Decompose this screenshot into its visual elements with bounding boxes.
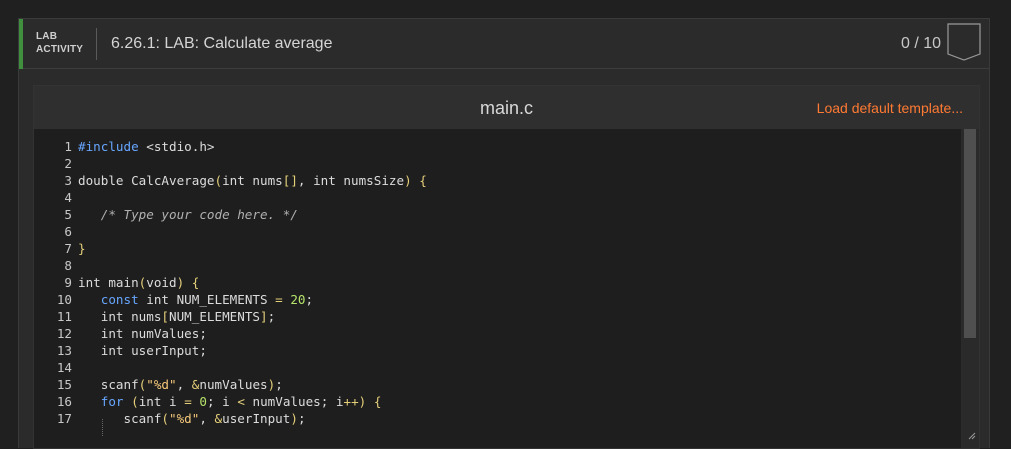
code-editor-panel: main.c Load default template... 1 2 3 4 … xyxy=(33,85,980,449)
line-number: 17 xyxy=(56,411,72,426)
code-line: double CalcAverage(int nums[], int numsS… xyxy=(78,173,427,188)
bookmark-badge-icon xyxy=(947,23,981,66)
line-number: 9 xyxy=(64,275,72,290)
activity-type-line1: LAB xyxy=(36,31,58,42)
code-line: scanf("%d", &userInput); xyxy=(78,411,306,426)
line-number: 7 xyxy=(64,241,72,256)
line-number: 3 xyxy=(64,173,72,188)
line-number: 6 xyxy=(64,224,72,239)
line-number-gutter: 1 2 3 4 5 6 7 8 9 10 11 12 13 14 15 16 1… xyxy=(34,138,72,427)
indent-guide xyxy=(102,419,104,436)
line-number: 2 xyxy=(64,156,72,171)
load-default-template-link[interactable]: Load default template... xyxy=(817,100,963,116)
line-number: 5 xyxy=(64,207,72,222)
activity-header: LAB ACTIVITY 6.26.1: LAB: Calculate aver… xyxy=(19,19,989,69)
code-line: scanf("%d", &numValues); xyxy=(78,377,283,392)
activity-title: 6.26.1: LAB: Calculate average xyxy=(111,35,333,52)
code-line: #include <stdio.h> xyxy=(78,139,215,154)
code-line: int main(void) { xyxy=(78,275,200,290)
code-line: int userInput; xyxy=(78,343,207,358)
activity-type-line2: ACTIVITY xyxy=(36,44,84,55)
line-number: 8 xyxy=(64,258,72,273)
code-line: /* Type your code here. */ xyxy=(100,207,298,222)
line-number: 11 xyxy=(56,309,72,324)
activity-accent-bar xyxy=(19,19,23,69)
line-number: 14 xyxy=(56,360,72,375)
code-line: int nums[NUM_ELEMENTS]; xyxy=(78,309,276,324)
code-content[interactable]: #include <stdio.h> double CalcAverage(in… xyxy=(78,138,427,427)
code-editor[interactable]: 1 2 3 4 5 6 7 8 9 10 11 12 13 14 15 16 1… xyxy=(34,129,961,448)
header-divider xyxy=(96,28,97,60)
line-number: 10 xyxy=(56,292,72,307)
line-number: 16 xyxy=(56,394,72,409)
code-line: for (int i = 0; i < numValues; i++) { xyxy=(100,394,382,409)
line-number: 4 xyxy=(64,190,72,205)
scrollbar-thumb[interactable] xyxy=(964,129,976,338)
file-bar: main.c Load default template... xyxy=(34,86,979,129)
code-line: } xyxy=(78,241,86,256)
activity-type-label: LAB ACTIVITY xyxy=(36,30,96,56)
line-number: 12 xyxy=(56,326,72,341)
line-number: 15 xyxy=(56,377,72,392)
editor-scrollbar[interactable] xyxy=(961,129,979,448)
score-display: 0 / 10 xyxy=(900,35,941,52)
code-line: const int NUM_ELEMENTS = 20; xyxy=(100,292,314,307)
lab-activity-card: LAB ACTIVITY 6.26.1: LAB: Calculate aver… xyxy=(18,18,990,449)
code-line: int numValues; xyxy=(78,326,207,341)
resize-grip-icon[interactable] xyxy=(968,427,976,445)
line-number: 13 xyxy=(56,343,72,358)
line-number: 1 xyxy=(64,139,72,154)
